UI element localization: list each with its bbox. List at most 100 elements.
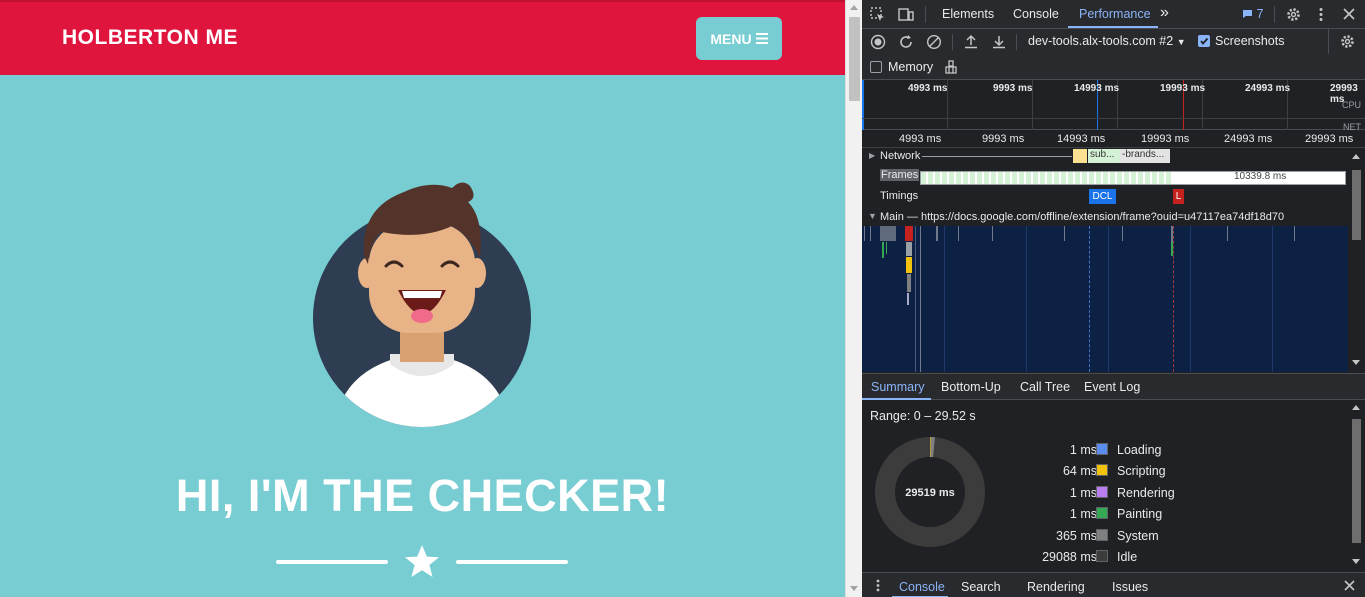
ruler-tick-label: 19993 ms xyxy=(1141,133,1190,145)
device-toolbar-icon[interactable] xyxy=(898,7,914,22)
tab-event-log[interactable]: Event Log xyxy=(1084,380,1140,394)
timeline-scrollbar-thumb[interactable] xyxy=(1352,170,1361,240)
timeline-ruler: 4993 ms 9993 ms 14993 ms 19993 ms 24993 … xyxy=(862,130,1365,148)
drawer-tab-console[interactable]: Console xyxy=(899,580,945,594)
tab-bottom-up[interactable]: Bottom-Up xyxy=(941,380,1001,394)
overview-tick-label: 9993 ms xyxy=(993,83,1033,94)
summary-scrollbar-thumb[interactable] xyxy=(1352,419,1361,543)
memory-checkbox[interactable] xyxy=(870,61,882,73)
messages-badge[interactable]: 7 xyxy=(1242,7,1263,21)
timeline-overview[interactable]: 4993 ms 9993 ms 14993 ms 19993 ms 24993 … xyxy=(862,80,1365,132)
timings-track-label: Timings xyxy=(880,190,919,202)
network-request-bar[interactable]: -brands... xyxy=(1120,149,1170,163)
overview-window-left-handle[interactable] xyxy=(862,80,864,130)
main-thread-flamechart[interactable] xyxy=(862,226,1348,372)
overview-lane-divider xyxy=(862,118,1365,119)
active-tab-indicator xyxy=(862,398,931,400)
collect-garbage-icon[interactable] xyxy=(944,60,958,74)
summary-legend-row: 1 ms Painting xyxy=(1022,504,1362,525)
memory-label[interactable]: Memory xyxy=(888,60,933,74)
summary-legend-row: 64 ms Scripting xyxy=(1022,461,1362,482)
network-track[interactable]: ▶ Network sub... -brands... xyxy=(862,148,1348,168)
legend-swatch xyxy=(1096,550,1108,562)
dcl-marker[interactable]: DCL xyxy=(1089,189,1116,204)
menu-button[interactable]: MENU xyxy=(696,17,782,60)
menu-label: MENU xyxy=(710,30,752,47)
capture-settings-gear-icon[interactable] xyxy=(1340,34,1355,49)
overview-tick-label: 4993 ms xyxy=(908,83,948,94)
collapse-triangle-icon: ▼ xyxy=(868,211,877,221)
target-select[interactable]: dev-tools.alx-tools.com #2 ▼ xyxy=(1028,34,1186,48)
overview-tick-label: 14993 ms xyxy=(1074,83,1120,94)
kebab-menu-icon[interactable] xyxy=(1318,7,1324,22)
devtools-tabbar: Elements Console Performance » 7 xyxy=(862,0,1365,29)
timeline-scrollbar[interactable] xyxy=(1348,148,1365,372)
cpu-lane-label: CPU xyxy=(1341,100,1361,110)
scroll-down-arrow-icon[interactable] xyxy=(1352,559,1360,564)
brand-logo[interactable]: HOLBERTON ME xyxy=(62,26,238,50)
summary-legend-row: 1 ms Rendering xyxy=(1022,483,1362,504)
reload-record-icon[interactable] xyxy=(898,34,914,50)
download-icon[interactable] xyxy=(992,34,1006,49)
close-drawer-icon[interactable] xyxy=(1344,580,1355,591)
toolbar-divider xyxy=(952,34,953,50)
legend-label: Scripting xyxy=(1117,464,1166,479)
legend-value: 29088 ms xyxy=(1042,550,1097,564)
message-count: 7 xyxy=(1256,7,1264,21)
more-tabs-icon[interactable]: » xyxy=(1160,4,1169,22)
toolbar-divider xyxy=(1016,34,1017,50)
network-request-bar[interactable]: sub... xyxy=(1088,149,1120,163)
ruler-tick-label: 14993 ms xyxy=(1057,133,1106,145)
upload-icon[interactable] xyxy=(964,34,978,49)
overview-tick-label: 24993 ms xyxy=(1245,83,1291,94)
load-marker[interactable]: L xyxy=(1173,189,1184,204)
tab-elements[interactable]: Elements xyxy=(942,7,994,21)
legend-label: Painting xyxy=(1117,507,1163,522)
range-label: Range: 0 – 29.52 s xyxy=(870,409,976,423)
scroll-down-arrow-icon[interactable] xyxy=(850,586,858,591)
page-scrollbar-thumb[interactable] xyxy=(849,17,860,101)
legend-value: 1 ms xyxy=(1069,485,1097,500)
screenshots-label[interactable]: Screenshots xyxy=(1215,34,1284,48)
network-request-line xyxy=(922,156,1072,157)
main-thread-header[interactable]: ▼ Main — https://docs.google.com/offline… xyxy=(862,208,1348,226)
tab-performance[interactable]: Performance xyxy=(1079,7,1151,21)
tab-call-tree[interactable]: Call Tree xyxy=(1020,380,1070,394)
avatar-illustration xyxy=(313,182,531,427)
scroll-up-arrow-icon[interactable] xyxy=(1352,154,1360,159)
toolbar-divider xyxy=(1274,6,1275,23)
legend-label: Rendering xyxy=(1117,485,1175,500)
performance-toolbar: dev-tools.alx-tools.com #2 ▼ Screenshots xyxy=(862,29,1365,54)
settings-gear-icon[interactable] xyxy=(1286,7,1301,22)
record-icon[interactable] xyxy=(870,34,886,50)
legend-value: 365 ms xyxy=(1056,528,1097,543)
inspect-element-icon[interactable] xyxy=(870,7,885,22)
drawer-tab-issues[interactable]: Issues xyxy=(1112,580,1148,594)
page-scrollbar[interactable] xyxy=(845,0,862,597)
drawer-tabbar: Console Search Rendering Issues xyxy=(862,572,1365,597)
summary-scrollbar[interactable] xyxy=(1348,401,1365,571)
close-devtools-icon[interactable] xyxy=(1343,8,1355,20)
legend-label: System xyxy=(1117,528,1159,543)
legend-label: Loading xyxy=(1117,443,1162,457)
tab-summary[interactable]: Summary xyxy=(871,380,924,394)
tab-console[interactable]: Console xyxy=(1013,7,1059,21)
hero-title: HI, I'M THE CHECKER! xyxy=(175,470,670,521)
network-request-bar[interactable] xyxy=(1073,149,1087,163)
site-header: HOLBERTON ME MENU xyxy=(0,0,845,75)
expand-triangle-icon: ▶ xyxy=(869,151,876,160)
clear-icon[interactable] xyxy=(926,34,942,50)
screenshots-checkbox[interactable] xyxy=(1198,35,1210,47)
drawer-tab-rendering[interactable]: Rendering xyxy=(1027,580,1085,594)
scroll-up-arrow-icon[interactable] xyxy=(850,5,858,10)
scroll-down-arrow-icon[interactable] xyxy=(1352,360,1360,365)
star-divider xyxy=(276,544,568,580)
performance-toolbar-secondary: Memory xyxy=(862,54,1365,80)
drawer-menu-icon[interactable] xyxy=(876,579,880,592)
drawer-tab-search[interactable]: Search xyxy=(961,580,1001,594)
overview-tick-label: 19993 ms xyxy=(1160,83,1206,94)
scroll-up-arrow-icon[interactable] xyxy=(1352,405,1360,410)
legend-swatch xyxy=(1096,443,1108,455)
legend-swatch xyxy=(1096,485,1108,498)
legend-swatch xyxy=(1096,528,1108,541)
